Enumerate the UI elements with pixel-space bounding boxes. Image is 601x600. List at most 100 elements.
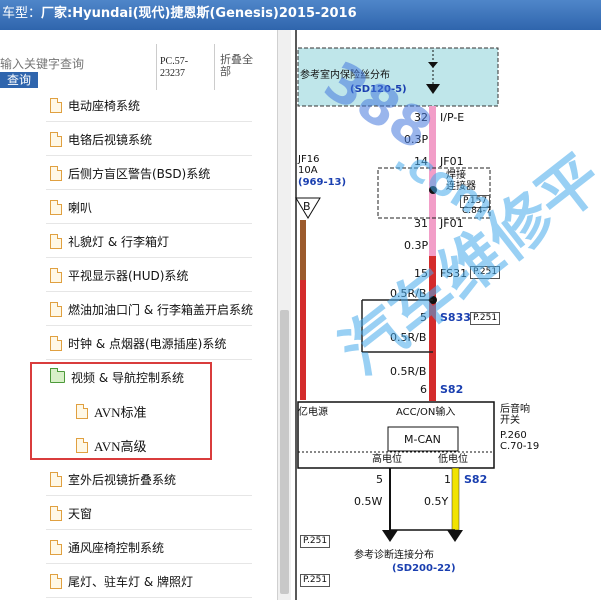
bottom-ref-code: (SD200-22) [392, 563, 456, 574]
wire-pink [429, 106, 436, 256]
module-left-label: 亿电源 [298, 407, 328, 418]
top-ref-code: (SD120-5) [350, 84, 407, 95]
connector-b-label: B [303, 200, 311, 213]
file-icon [50, 539, 62, 555]
title-prefix: 车型： [2, 6, 42, 21]
file-icon [50, 199, 62, 215]
tree-item-label: 后侧方盲区警告(BSD)系统 [68, 166, 211, 181]
wire-brown [300, 220, 306, 280]
tree-item-label: 喇叭 [68, 200, 93, 215]
wire-gauge: 0.5R/B [390, 365, 427, 378]
tree-item-label: 室外后视镜折叠系统 [68, 472, 177, 487]
wire-number: 32 [414, 111, 428, 124]
module-high-label: 高电位 [372, 454, 402, 465]
wire-number: 6 [420, 383, 427, 396]
wire-gauge: 0.5Y [424, 495, 449, 508]
title-bar: 车型：厂家:Hyundai(现代)捷恩斯(Genesis)2015-2016 [0, 0, 601, 30]
arrow-down-icon [382, 530, 398, 542]
wire-yellow [451, 467, 460, 531]
scroll-thumb[interactable] [280, 310, 289, 594]
tree-item-label: 礼貌灯 & 行李箱灯 [68, 234, 169, 249]
connector-ref: C.84-7 [462, 206, 492, 216]
tree-item[interactable]: 室外后视镜折叠系统 [0, 462, 260, 496]
bottom-ref-title: 参考诊断连接分布 [354, 550, 434, 561]
tree-item-label: 燃油加油口门 & 行李箱盖开启系统 [68, 302, 253, 317]
wire-red [300, 280, 306, 400]
fold-all-button[interactable]: 折叠全部 [220, 54, 260, 78]
search-row: 查询 PC.57-23237 折叠全部 [0, 44, 277, 90]
pin-number: 5 [376, 473, 383, 486]
page-ref[interactable]: P.260 [500, 430, 527, 441]
file-icon [50, 267, 62, 283]
tree-item-label: 通风座椅控制系统 [68, 540, 165, 555]
divider [214, 44, 215, 90]
left-scrollbar[interactable] [277, 30, 291, 600]
search-input[interactable] [0, 54, 150, 74]
junction-dot [429, 186, 437, 194]
tree-item[interactable]: 礼貌灯 & 行李箱灯 [0, 224, 260, 258]
tree-item-label: 平视显示器(HUD)系统 [68, 268, 189, 283]
file-icon [50, 335, 62, 351]
wire-red [429, 256, 436, 401]
page-ref[interactable]: P.251 [300, 574, 331, 587]
wire-number: 15 [414, 267, 428, 280]
arrow-down-icon [447, 530, 463, 542]
wire-number: 31 [414, 217, 428, 230]
file-icon [50, 505, 62, 521]
wire-name: S82 [440, 383, 464, 396]
tree-item-label: 电铬后视镜系统 [68, 132, 153, 147]
file-icon [50, 301, 62, 317]
tree-item[interactable]: 电铬后视镜系统 [0, 122, 260, 156]
divider [156, 44, 157, 90]
tree-item-label: 电动座椅系统 [68, 98, 141, 113]
tree-item[interactable]: 喇叭 [0, 190, 260, 224]
tree-item[interactable]: 天窗 [0, 496, 260, 530]
tree-item[interactable]: 时钟 & 点烟器(电源插座)系统 [0, 326, 260, 360]
tree-item-label: 天窗 [68, 506, 93, 521]
file-icon [50, 471, 62, 487]
wire-gauge: 0.5R/B [390, 331, 427, 344]
file-icon [50, 165, 62, 181]
vehicle-model-title: 厂家:Hyundai(现代)捷恩斯(Genesis)2015-2016 [41, 6, 357, 21]
tree-item[interactable]: 燃油加油口门 & 行李箱盖开启系统 [0, 292, 260, 326]
wire-name: S833 [440, 311, 471, 324]
tree-item[interactable]: 平视显示器(HUD)系统 [0, 258, 260, 292]
module-mcan-label: M-CAN [404, 433, 441, 446]
fuse-amp: 10A [298, 165, 318, 176]
module-low-label: 低电位 [438, 454, 468, 465]
page-ref[interactable]: P.251 [470, 312, 501, 325]
app-window: 车型：厂家:Hyundai(现代)捷恩斯(Genesis)2015-2016 查… [0, 0, 601, 600]
connector-ref: C.70-19 [500, 441, 540, 452]
wire-gauge: 0.3P [404, 239, 429, 252]
wire-name: JF01 [440, 155, 464, 168]
tree-item[interactable]: 后侧方盲区警告(BSD)系统 [0, 156, 260, 190]
wire-name: JF01 [440, 217, 464, 230]
wire-name: S82 [464, 473, 488, 486]
tree-item-label: 时钟 & 点烟器(电源插座)系统 [68, 336, 227, 351]
file-icon [50, 97, 62, 113]
tree-item[interactable]: 电动座椅系统 [0, 88, 260, 122]
fuse-label: JF16 [298, 154, 320, 165]
wire-number: 5 [420, 311, 427, 324]
tree-item[interactable]: 尾灯、驻车灯 & 牌照灯 [0, 564, 260, 598]
file-icon [50, 131, 62, 147]
pin-number: 1 [444, 473, 451, 486]
top-ref-title: 参考室内保险丝分布 [300, 70, 390, 81]
wire-gauge: 0.5W [354, 495, 383, 508]
joint-connector-label: 焊接 连接器 [446, 170, 476, 192]
left-panel: 查询 PC.57-23237 折叠全部 电动座椅系统电铬后视镜系统后侧方盲区警告… [0, 30, 277, 600]
wire-name: I/P-E [440, 111, 465, 124]
wire-gauge: 0.5R/B [390, 287, 427, 300]
page-ref[interactable]: P.251 [300, 535, 331, 548]
tree-item-label: 尾灯、驻车灯 & 牌照灯 [68, 574, 193, 589]
file-icon [50, 233, 62, 249]
part-code: PC.57-23237 [160, 56, 189, 79]
tree-item[interactable]: 通风座椅控制系统 [0, 530, 260, 564]
wire-name: FS31 [440, 267, 468, 280]
fuse-ref: (969-13) [298, 177, 347, 188]
selection-highlight-box [30, 362, 212, 460]
module-acc-label: ACC/ON输入 [396, 407, 456, 418]
page-ref[interactable]: P.251 [470, 266, 501, 279]
search-button[interactable]: 查询 [0, 72, 38, 88]
rear-audio-switch-title: 后音响 开关 [500, 404, 530, 426]
